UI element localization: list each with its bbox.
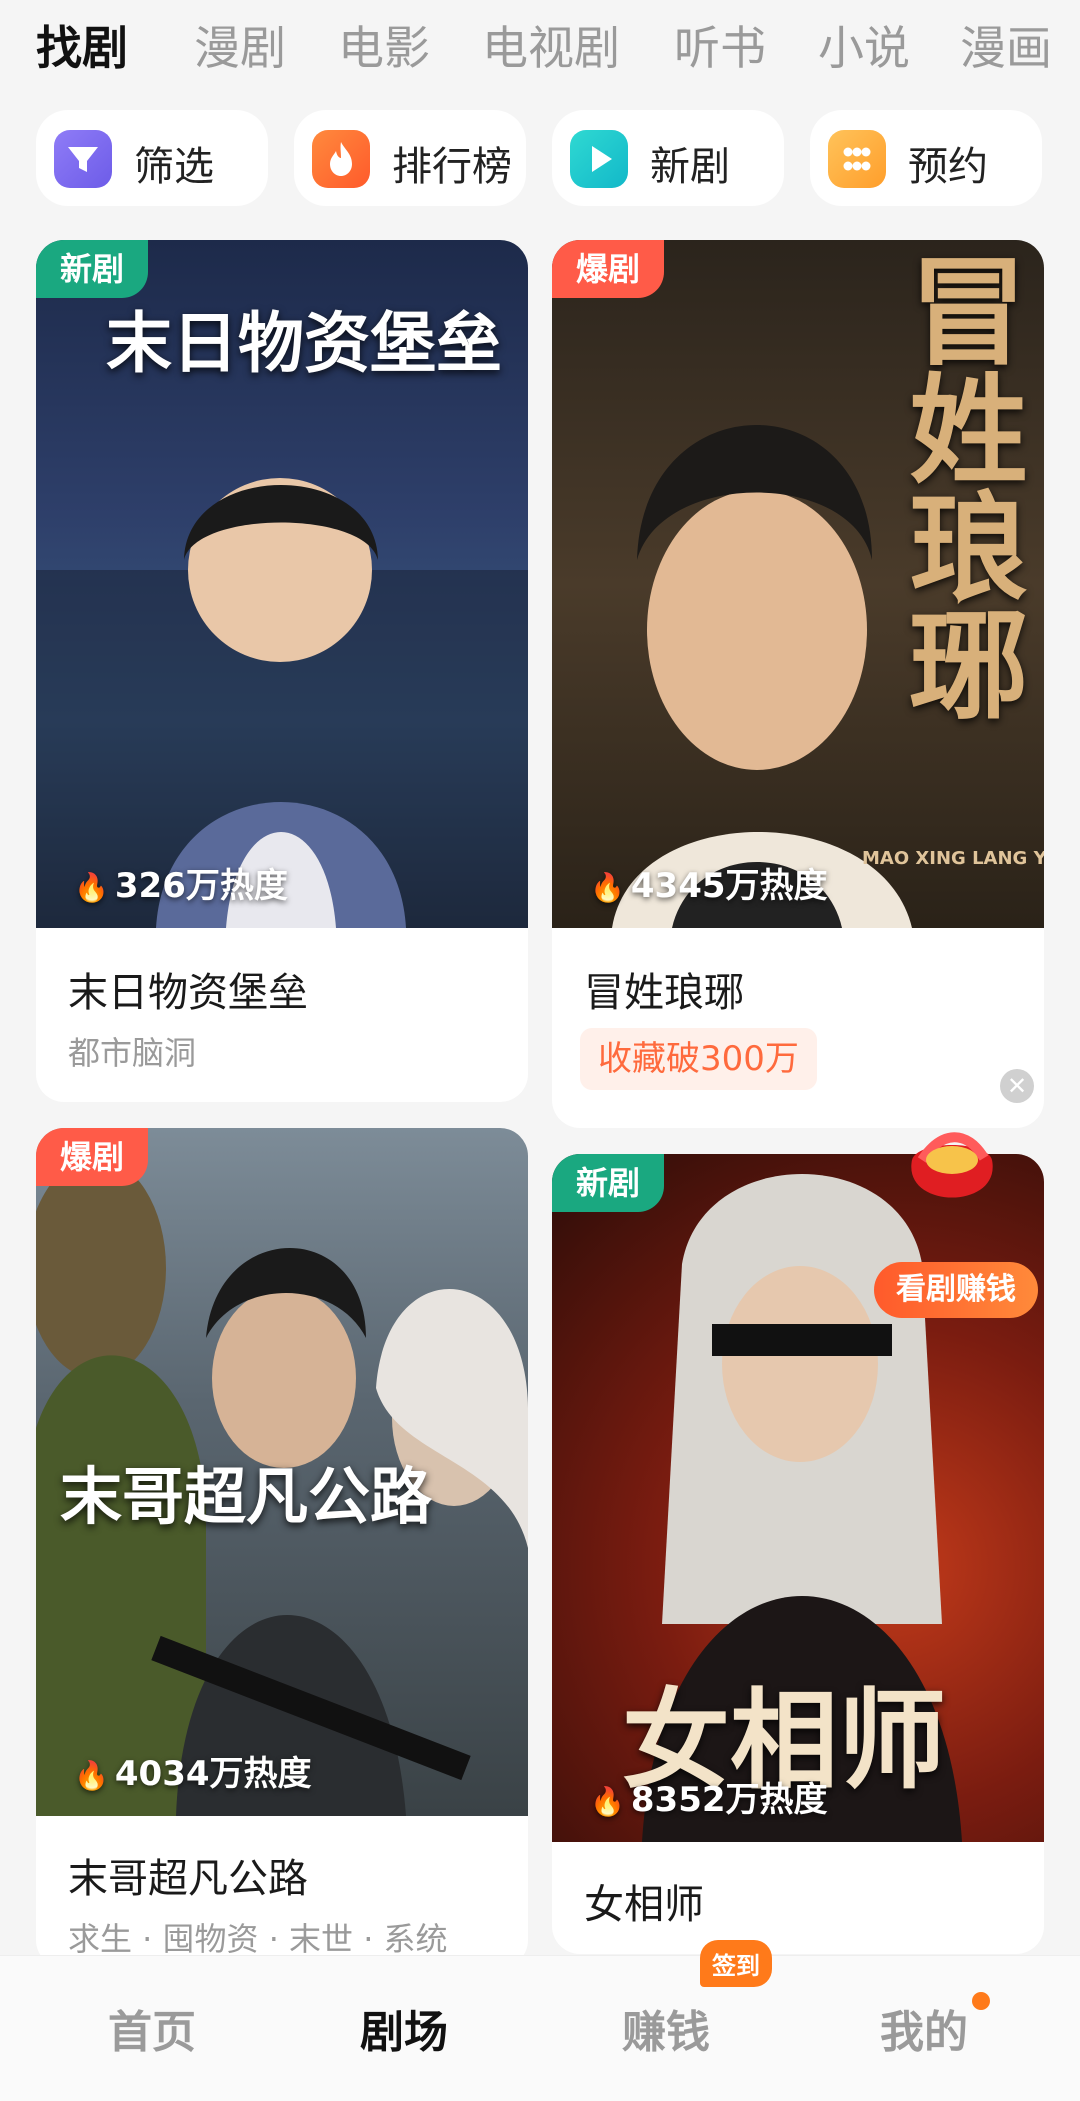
notification-dot <box>972 1992 990 2010</box>
tab-tv-series[interactable]: 电视剧 <box>482 12 620 78</box>
bottom-nav: 首页 剧场 赚钱 我的 <box>0 1955 1080 2101</box>
flame-icon <box>312 130 370 188</box>
hot-badge: 爆剧 <box>552 240 665 298</box>
poster-image: 末日物资堡垒 <box>36 240 528 928</box>
nav-theater[interactable]: 剧场 <box>360 1996 448 2060</box>
drama-title: 末哥超凡公路 <box>68 1856 308 1902</box>
new-badge: 新剧 <box>552 1154 665 1212</box>
tab-find-drama[interactable]: 找剧 <box>36 12 128 78</box>
filter-button[interactable]: 筛选 <box>36 110 268 206</box>
hot-badge: 爆剧 <box>36 1128 149 1186</box>
flame-icon: 🔥 <box>74 1759 109 1792</box>
tab-audiobook[interactable]: 听书 <box>674 12 766 78</box>
new-drama-button[interactable]: 新剧 <box>552 110 784 206</box>
drama-card[interactable]: 末日物资堡垒 新剧 🔥 326万热度 末日物资堡垒 都市脑洞 <box>36 240 528 1102</box>
new-drama-label: 新剧 <box>650 144 730 190</box>
poster-image: 冒姓琅琊 MAO XING LANG YA <box>552 240 1044 928</box>
poster-image: 末哥超凡公路 <box>36 1128 528 1816</box>
grid-icon <box>828 130 886 188</box>
reservation-button[interactable]: 预约 <box>810 110 1042 206</box>
earn-badge[interactable]: 看剧赚钱 <box>874 1262 1038 1318</box>
poster-title: 末哥超凡公路 <box>60 1460 433 1533</box>
heat-value: 4034万热度 <box>114 1754 312 1794</box>
tab-comic-drama[interactable]: 漫剧 <box>194 12 286 78</box>
tab-movie[interactable]: 电影 <box>338 12 430 78</box>
nav-me[interactable]: 我的 <box>880 1996 968 2060</box>
heat-count: 🔥 4034万热度 <box>74 1746 312 1942</box>
tab-comic[interactable]: 漫画 <box>960 12 1052 78</box>
flame-icon: 🔥 <box>590 871 625 904</box>
nav-earn[interactable]: 赚钱 <box>622 1996 710 2060</box>
poster-subtitle: MAO XING LANG YA <box>862 848 1044 869</box>
flame-icon: 🔥 <box>74 871 109 904</box>
checkin-badge: 签到 <box>700 1940 772 1987</box>
heat-value: 326万热度 <box>114 866 288 906</box>
close-icon[interactable]: ✕ <box>1000 1069 1034 1103</box>
nav-home[interactable]: 首页 <box>108 1996 196 2060</box>
new-badge: 新剧 <box>36 240 149 298</box>
tab-novel[interactable]: 小说 <box>818 12 910 78</box>
red-envelope-icon[interactable] <box>892 1120 1012 1230</box>
reservation-label: 预约 <box>908 144 988 190</box>
collection-tag: 收藏破300万 <box>580 1028 817 1090</box>
drama-title: 末日物资堡垒 <box>68 970 308 1016</box>
drama-title: 女相师 <box>584 1882 704 1928</box>
play-icon <box>570 130 628 188</box>
poster-image: 女相师 <box>552 1154 1044 1842</box>
poster-title: 冒姓琅琊 <box>889 250 1027 722</box>
drama-card[interactable]: 末哥超凡公路 爆剧 🔥 4034万热度 末哥超凡公路 求生 · 囤物资 · 末世 … <box>36 1128 528 1968</box>
poster-title: 末日物资堡垒 <box>106 305 502 382</box>
drama-title: 冒姓琅琊 <box>584 970 744 1016</box>
ranking-button[interactable]: 排行榜 <box>294 110 526 206</box>
ranking-label: 排行榜 <box>392 144 512 190</box>
filter-icon <box>54 130 112 188</box>
heat-value: 8352万热度 <box>630 1780 828 1820</box>
drama-genre: 都市脑洞 <box>68 1034 197 1072</box>
filter-label: 筛选 <box>134 144 214 190</box>
heat-value: 4345万热度 <box>630 866 828 906</box>
drama-card[interactable]: 冒姓琅琊 MAO XING LANG YA 爆剧 🔥 4345万热度 冒姓琅琊 收… <box>552 240 1044 1128</box>
flame-icon: 🔥 <box>590 1785 625 1818</box>
category-tabs: 找剧 漫剧 电影 电视剧 听书 小说 漫画 <box>0 0 1080 90</box>
drama-tags: 求生 · 囤物资 · 末世 · 系统 <box>68 1920 448 1958</box>
